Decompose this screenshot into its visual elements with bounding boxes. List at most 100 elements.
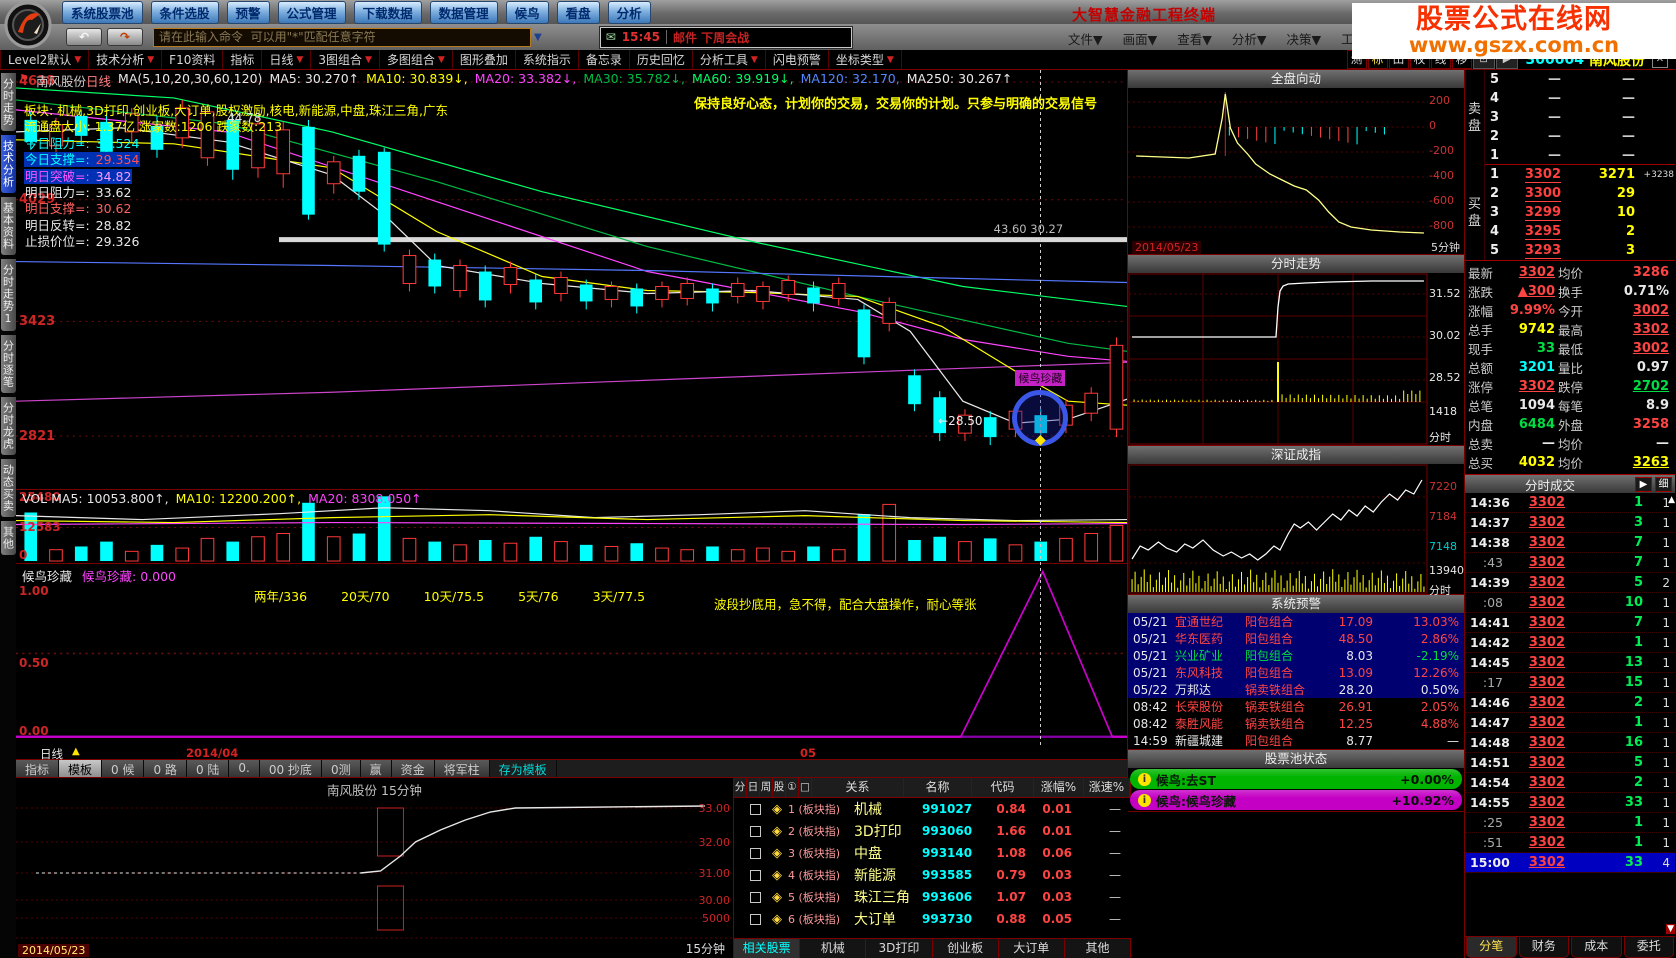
market-move-chart[interactable] xyxy=(1128,88,1428,240)
rel-col-header-0[interactable]: 关系 xyxy=(812,778,904,797)
bottom-tab-2[interactable]: 0 候 xyxy=(102,760,145,777)
rel-col-header-4[interactable]: 涨速% xyxy=(1084,778,1130,797)
toolbar-item-4[interactable]: 日线 ▼ xyxy=(262,50,312,69)
bottom-tab-8[interactable]: 赢 xyxy=(360,760,392,777)
queue-row[interactable]: 4 3295 2 xyxy=(1485,222,1675,241)
toolbar-item-11[interactable]: 分析工具 ▼ xyxy=(693,50,766,69)
row-checkbox[interactable] xyxy=(750,825,761,837)
mode-cell-1[interactable]: 日 xyxy=(747,778,760,797)
alert-row[interactable]: 14:59 新疆城建 阳包组合 8.77 — xyxy=(1128,732,1464,749)
toolbar-item-12[interactable]: 闪电预警 xyxy=(766,50,829,69)
rel-tab-3[interactable]: 创业板 xyxy=(932,939,999,958)
back-button[interactable]: ↶ xyxy=(66,28,102,46)
min15-panel[interactable]: 南风股份 15分钟 33.00 32.00 31.00 30.00 5000 2… xyxy=(16,778,734,958)
row-checkbox[interactable] xyxy=(750,847,761,859)
top-button-5[interactable]: 数据管理 xyxy=(429,1,498,24)
queue-row[interactable]: 2 — — xyxy=(1485,127,1675,146)
alert-row[interactable]: 05/21 华东医药 阳包组合 48.50 2.86% xyxy=(1128,630,1464,647)
alert-row[interactable]: 08:42 长荣股份 锅卖铁组合 26.91 2.05% xyxy=(1128,698,1464,715)
tick-row[interactable]: 14:39 3302 5 2 xyxy=(1465,573,1675,593)
table-row[interactable]: ◈ 2 (板块指) 3D打印 993060 1.66 0.01 — xyxy=(734,820,1131,842)
tick-row[interactable]: 14:54 3302 2 1 xyxy=(1465,773,1675,793)
tick-row[interactable]: 14:47 3302 1 1 xyxy=(1465,713,1675,733)
table-row[interactable]: ◈ 5 (板块指) 珠江三角 993606 1.07 0.03 — xyxy=(734,886,1131,908)
sidebar-tab-分时逐笔[interactable]: 分时逐笔 xyxy=(0,335,16,393)
bottom-tab-3[interactable]: 0 路 xyxy=(144,760,187,777)
menu-3[interactable]: 分析▼ xyxy=(1232,29,1267,48)
toolbar-item-1[interactable]: 技术分析 ▼ xyxy=(89,50,163,69)
menu-4[interactable]: 决策▼ xyxy=(1287,29,1322,48)
alert-row[interactable]: 05/22 万邦达 锅卖铁组合 28.20 0.50% xyxy=(1128,681,1464,698)
toolbar-item-2[interactable]: F10资料 xyxy=(162,50,224,69)
toolbar-item-13[interactable]: 坐标类型 ▼ xyxy=(829,50,902,69)
queue-row[interactable]: 1 — — xyxy=(1485,146,1675,165)
toolbar-item-9[interactable]: 备忘录 xyxy=(579,50,630,69)
menu-0[interactable]: 文件▼ xyxy=(1068,29,1103,48)
pool-bar-0[interactable]: i 候鸟:去ST +0.00% xyxy=(1130,769,1462,789)
mode-cell-4[interactable]: ① xyxy=(786,778,799,797)
toolbar-item-6[interactable]: 多图组合 ▼ xyxy=(380,50,453,69)
mode-cell-3[interactable]: 股 xyxy=(773,778,786,797)
tick-row[interactable]: 14:42 3302 1 1 xyxy=(1465,633,1675,653)
bottom-tab-6[interactable]: 00 抄底 xyxy=(259,760,322,777)
table-row[interactable]: ◈ 6 (板块指) 大订单 993730 0.88 0.05 — xyxy=(734,908,1131,930)
tick-row[interactable]: :43 3302 7 1 xyxy=(1465,553,1675,573)
sidebar-tab-分时走势[interactable]: 分时走势 xyxy=(0,73,16,131)
tick-row[interactable]: 14:45 3302 13 1 xyxy=(1465,653,1675,673)
alert-row[interactable]: 05/21 兴业矿业 阳包组合 8.03 -2.19% xyxy=(1128,647,1464,664)
queue-row[interactable]: 5 — — xyxy=(1485,70,1675,89)
toolbar-item-0[interactable]: Level2默认 ▼ xyxy=(0,50,90,69)
tick-row[interactable]: 14:55 3302 33 1 xyxy=(1465,793,1675,813)
top-button-2[interactable]: 预警 xyxy=(226,1,270,24)
toolbar-item-7[interactable]: 图形叠加 xyxy=(453,50,516,69)
command-dropdown-icon[interactable]: ▼ xyxy=(534,32,542,43)
rel-tab-5[interactable]: 其他 xyxy=(1064,939,1132,958)
daily-chart[interactable]: ⚑ 南风股份日线 MA(5,10,20,30,60,120) MA5: 30.2… xyxy=(16,70,1127,746)
top-button-0[interactable]: 系统股票池 xyxy=(62,1,143,24)
top-button-8[interactable]: 分析 xyxy=(607,1,651,24)
toolbar-item-10[interactable]: 历史回忆 xyxy=(630,50,693,69)
tick-row[interactable]: 14:36 3302 1 1 xyxy=(1465,493,1675,513)
szci-chart[interactable] xyxy=(1128,464,1428,594)
row-checkbox[interactable] xyxy=(750,913,761,925)
bottom-tab-5[interactable]: 0. xyxy=(229,760,260,777)
mode-cell-0[interactable]: 分 xyxy=(734,778,747,797)
tick-row[interactable]: 14:51 3302 5 1 xyxy=(1465,753,1675,773)
command-input[interactable] xyxy=(153,27,531,47)
market-move-panel[interactable]: 全盘向动 200 0 -200 -400 -600 -800 2014/05/23 5分钟 xyxy=(1128,70,1464,255)
queue-row[interactable]: 4 — — xyxy=(1485,89,1675,108)
menu-1[interactable]: 画面▼ xyxy=(1123,29,1158,48)
queue-row[interactable]: 1 3302 3271 +3238 xyxy=(1485,165,1675,184)
bottom-tab-4[interactable]: 0 陆 xyxy=(186,760,230,777)
bottom-tab-9[interactable]: 资金 xyxy=(391,760,435,777)
rel-tab-4[interactable]: 大订单 xyxy=(998,939,1065,958)
ticks-detail-button[interactable]: 细 xyxy=(1655,476,1672,492)
alert-row[interactable]: 05/21 宜通世纪 阳包组合 17.09 13.03% xyxy=(1128,613,1464,630)
table-row[interactable]: ◈ 4 (板块指) 新能源 993585 0.79 0.03 — xyxy=(734,864,1131,886)
tick-list[interactable]: ▲ 14:36 3302 1 1 14:37 3302 3 1 14:38 3302 7 1:43 33… xyxy=(1465,493,1675,936)
intraday-chart[interactable] xyxy=(1128,273,1428,445)
row-checkbox[interactable] xyxy=(750,869,761,881)
period-arrow-icon[interactable]: ▲ xyxy=(72,746,80,757)
queue-row[interactable]: 5 3293 3 xyxy=(1485,241,1675,260)
alert-row[interactable]: 08:42 泰胜风能 锅卖铁组合 12.25 4.88% xyxy=(1128,715,1464,732)
min15-chart[interactable] xyxy=(16,778,733,958)
rel-tab-2[interactable]: 3D打印 xyxy=(866,939,933,958)
alert-row[interactable]: 05/21 东风科技 阳包组合 13.09 12.26% xyxy=(1128,664,1464,681)
rel-tab-0[interactable]: 相关股票 xyxy=(734,939,801,958)
sidebar-tab-分时走势1[interactable]: 分时走势1 xyxy=(0,259,16,331)
rel-col-header-3[interactable]: 涨幅% xyxy=(1034,778,1084,797)
intraday-panel[interactable]: 分时走势 31.52 30.02 28.52 1418 分时 xyxy=(1128,255,1464,446)
tick-row[interactable]: 15:00 3302 33 4 xyxy=(1465,853,1675,873)
tick-row[interactable]: :08 3302 10 1 xyxy=(1465,593,1675,613)
top-button-7[interactable]: 看盘 xyxy=(556,1,600,24)
volume-pane[interactable]: VOL MA5: 10053.800↑, MA10: 12200.200↑, MA2… xyxy=(16,490,1127,564)
top-button-6[interactable]: 候鸟 xyxy=(505,1,549,24)
rel-col-header-2[interactable]: 代码 xyxy=(972,778,1034,797)
tick-row[interactable]: 14:41 3302 7 1 xyxy=(1465,613,1675,633)
tick-row[interactable]: 14:48 3302 16 1 xyxy=(1465,733,1675,753)
indicator-pane[interactable]: 候鸟珍藏 候鸟珍藏: 0.000 两年/336 20天/70 10天/75.5 5天/… xyxy=(16,564,1127,746)
right-tab-1[interactable]: 财务 xyxy=(1518,937,1569,958)
tick-row[interactable]: :51 3302 1 1 xyxy=(1465,833,1675,853)
szci-panel[interactable]: 深证成指 7220 7184 7148 13940 分时 xyxy=(1128,446,1464,597)
